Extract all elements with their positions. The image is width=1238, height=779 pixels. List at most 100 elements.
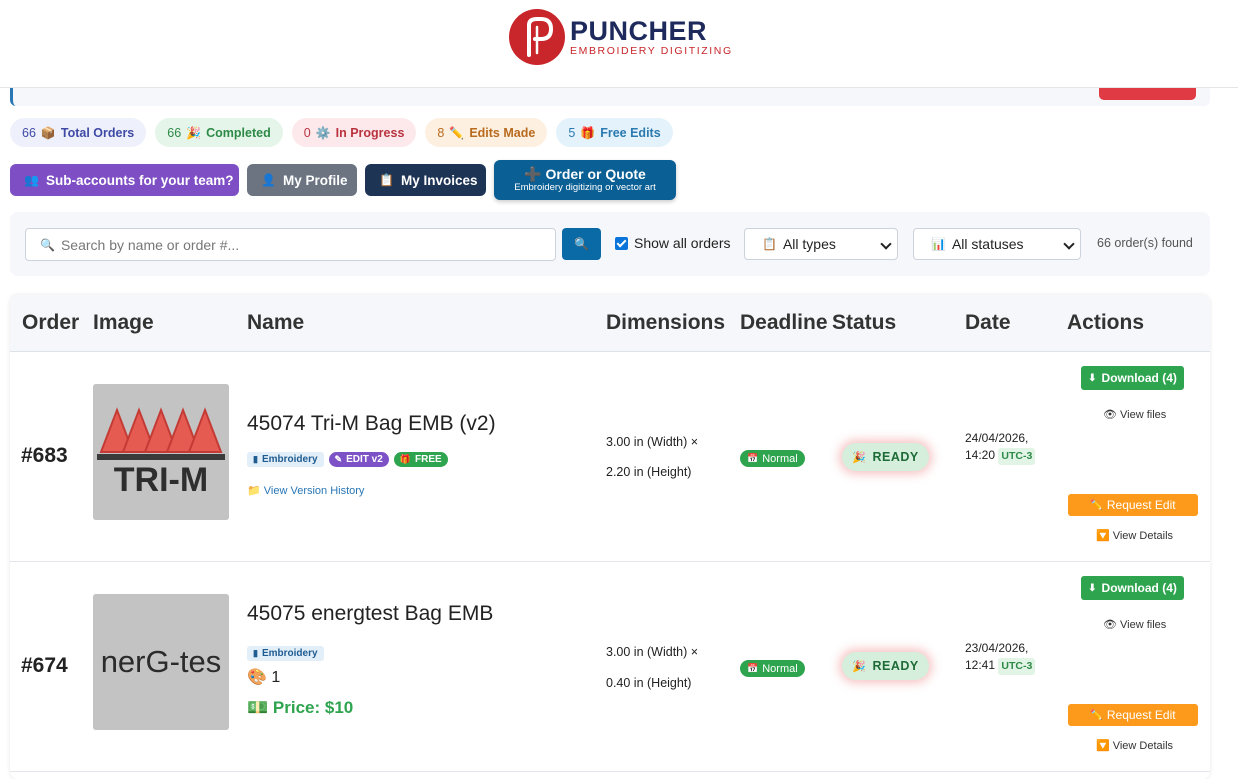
design-preview-image: TRI-M <box>93 384 229 520</box>
col-dimensions: Dimensions <box>606 311 726 334</box>
download-icon: ⬇ <box>1088 582 1097 594</box>
col-date: Date <box>965 311 1011 334</box>
my-invoices-button[interactable]: 📋 My Invoices <box>365 164 486 196</box>
eye-icon: 👁 <box>1103 619 1117 631</box>
order-thumbnail[interactable]: nerG-tes <box>93 594 229 730</box>
gear-icon: ⚙️ <box>315 125 331 140</box>
logo-mark-icon <box>509 9 565 65</box>
type-filter-select[interactable]: 📋 All types <box>744 228 898 260</box>
account-actions: 👥 Sub-accounts for your team? 👤 My Profi… <box>10 160 676 200</box>
dimensions: 3.00 in (Width) × 0.40 in (Height) <box>606 645 699 690</box>
order-number: #674 <box>21 654 68 677</box>
order-or-quote-button[interactable]: ➕ Order or Quote Embroidery digitizing o… <box>494 160 676 200</box>
request-edit-button[interactable]: ✏️ Request Edit <box>1068 704 1198 726</box>
stat-total-orders[interactable]: 66 📦 Total Orders <box>10 118 147 147</box>
orders-found-count: 66 order(s) found <box>1097 236 1193 250</box>
show-all-checkbox[interactable] <box>615 236 628 250</box>
chevron-down-icon: 🔽 <box>1096 530 1110 542</box>
table-row: #674 nerG-tes 45075 energtest Bag EMB ▮ E… <box>10 562 1210 772</box>
search-box[interactable]: 🔍 <box>25 228 556 261</box>
orders-table: Order Image Name Dimensions Deadline Sta… <box>10 295 1210 779</box>
subaccounts-button[interactable]: 👥 Sub-accounts for your team? <box>10 164 239 196</box>
chevron-down-icon <box>1063 238 1075 250</box>
timezone-badge: UTC-3 <box>998 658 1036 675</box>
money-icon: 💵 <box>247 698 269 717</box>
free-tag: 🎁 FREE <box>393 452 448 467</box>
download-button[interactable]: ⬇ Download (4) <box>1081 366 1184 390</box>
party-icon: 🎉 <box>852 451 867 464</box>
puncher-logo[interactable]: PUNCHER EMBROIDERY DIGITIZING <box>509 9 733 65</box>
calendar-icon: 📅 <box>747 453 759 463</box>
col-status: Status <box>832 311 897 334</box>
order-thumbnail[interactable]: TRI-M <box>93 384 229 520</box>
view-files-link[interactable]: 👁 View files <box>1103 618 1166 631</box>
palette-icon: 🎨 <box>247 669 267 686</box>
edit-version-tag: ✎ EDIT v2 <box>328 452 389 467</box>
thread-icon: ▮ <box>253 648 258 658</box>
site-header: PUNCHER EMBROIDERY DIGITIZING <box>0 0 1238 88</box>
order-price: 💵 Price: $10 <box>247 698 354 717</box>
table-row: #683 TRI-M 45074 Tri-M Bag EMB (v2) ▮ Emb… <box>10 352 1210 562</box>
users-icon: 👥 <box>24 173 39 187</box>
edit-icon: ✎ <box>334 454 343 464</box>
order-name[interactable]: 45074 Tri-M Bag EMB (v2) <box>247 412 496 436</box>
clipboard-icon: 📋 <box>379 173 394 187</box>
order-date: 23/04/2026, 12:41 UTC-3 <box>965 640 1045 675</box>
thread-icon: ▮ <box>253 454 258 464</box>
stat-in-progress[interactable]: 0 ⚙️ In Progress <box>291 118 417 147</box>
design-preview-image: nerG-tes <box>93 594 229 730</box>
filter-bar: 🔍 🔍 Show all orders 📋 All types 📊 All st… <box>10 212 1210 276</box>
view-details-link[interactable]: 🔽 View Details <box>1096 739 1173 752</box>
folder-icon: 📁 <box>247 485 261 497</box>
col-name: Name <box>247 311 305 334</box>
search-icon: 🔍 <box>40 237 55 252</box>
gift-icon: 🎁 <box>399 454 411 464</box>
chevron-down-icon: 🔽 <box>1096 740 1110 752</box>
calendar-icon: 📅 <box>747 663 759 673</box>
col-actions: Actions <box>1067 311 1145 334</box>
view-files-link[interactable]: 👁 View files <box>1103 408 1166 421</box>
stat-edits-made[interactable]: 8 ✏️ Edits Made <box>425 118 548 147</box>
party-icon: 🎉 <box>186 125 202 140</box>
eye-icon: 👁 <box>1103 409 1117 421</box>
view-version-history-link[interactable]: 📁 View Version History <box>247 484 364 497</box>
dimensions: 3.00 in (Width) × 2.20 in (Height) <box>606 435 699 479</box>
gift-icon: 🎁 <box>580 125 596 140</box>
svg-text:nerG-tes: nerG-tes <box>101 644 222 679</box>
show-all-orders-toggle[interactable]: Show all orders <box>615 235 731 251</box>
pencil-icon: ✏️ <box>1090 709 1103 721</box>
order-number: #683 <box>21 444 68 467</box>
timezone-badge: UTC-3 <box>998 448 1036 465</box>
request-edit-button[interactable]: ✏️ Request Edit <box>1068 494 1198 516</box>
search-icon: 🔍 <box>574 237 589 251</box>
status-badge: 🎉 READY <box>842 652 929 680</box>
order-date: 24/04/2026, 14:20 UTC-3 <box>965 430 1045 465</box>
brand-tagline: EMBROIDERY DIGITIZING <box>570 45 733 57</box>
col-image: Image <box>93 311 154 334</box>
table-header: Order Image Name Dimensions Deadline Sta… <box>10 295 1210 352</box>
search-input[interactable] <box>60 236 541 253</box>
party-icon: 🎉 <box>852 660 867 673</box>
order-stats: 66 📦 Total Orders 66 🎉 Completed 0 ⚙️ In… <box>10 118 673 147</box>
stat-completed[interactable]: 66 🎉 Completed <box>155 118 283 147</box>
chart-icon: 📊 <box>931 237 946 251</box>
search-button[interactable]: 🔍 <box>562 228 601 260</box>
pencil-icon: ✏️ <box>449 125 465 140</box>
color-count: 🎨 1 <box>247 669 281 686</box>
stat-free-edits[interactable]: 5 🎁 Free Edits <box>556 118 673 147</box>
brand-name: PUNCHER <box>570 16 708 46</box>
view-details-link[interactable]: 🔽 View Details <box>1096 529 1173 542</box>
pencil-icon: ✏️ <box>1090 499 1103 511</box>
user-icon: 👤 <box>261 173 276 187</box>
col-deadline: Deadline <box>740 311 828 334</box>
order-name[interactable]: 45075 energtest Bag EMB <box>247 602 493 626</box>
status-badge: 🎉 READY <box>842 443 929 471</box>
my-profile-button[interactable]: 👤 My Profile <box>247 164 357 196</box>
deadline-badge: 📅 Normal <box>740 450 805 467</box>
embroidery-tag: ▮ Embroidery <box>247 452 324 467</box>
plus-icon: ➕ <box>524 166 542 182</box>
status-filter-select[interactable]: 📊 All statuses <box>913 228 1081 260</box>
download-button[interactable]: ⬇ Download (4) <box>1081 576 1184 600</box>
chevron-down-icon <box>880 238 892 250</box>
package-icon: 📦 <box>40 125 56 140</box>
